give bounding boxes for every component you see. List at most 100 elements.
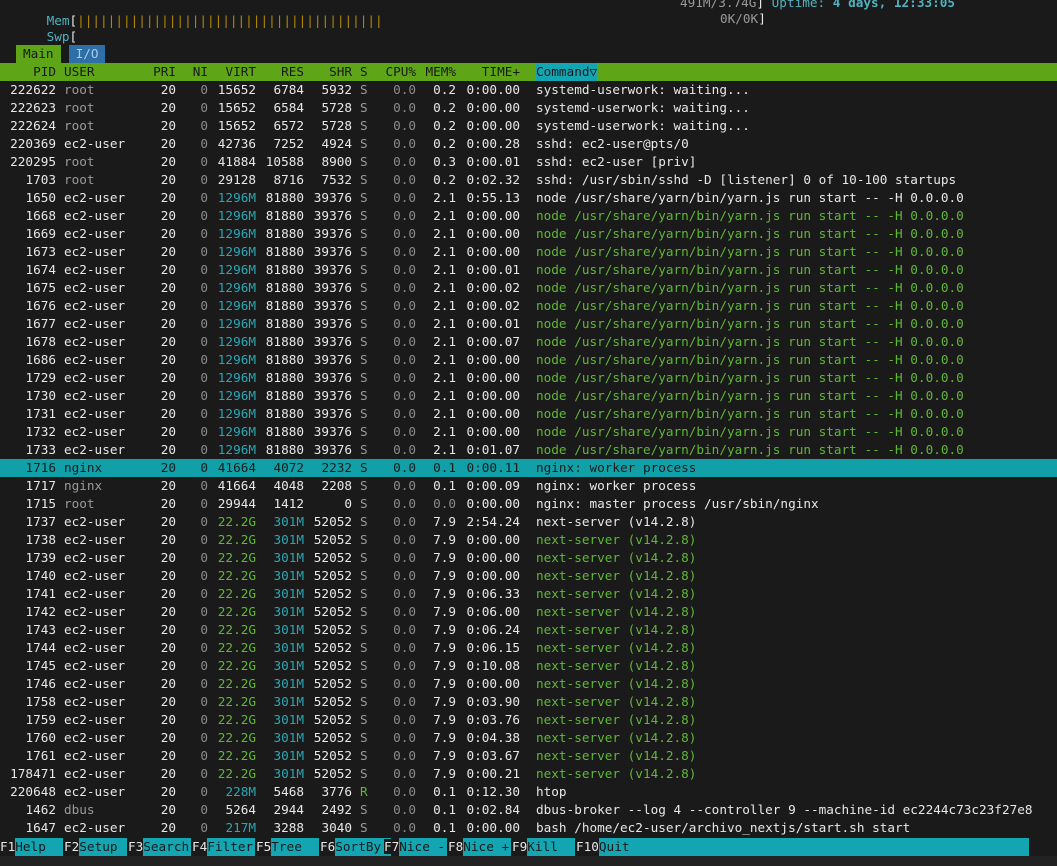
fkey-help[interactable]: F1Help [0, 838, 64, 856]
process-row[interactable]: 1462 dbus 20 0 5264 2944 2492 S 0.0 0.1 0:02.84 dbu… [0, 801, 1057, 819]
col-command[interactable]: Command▽ [536, 63, 598, 81]
process-list[interactable]: 222622 root 20 0 15652 6784 5932 S 0.0 0.2 0:00.00… [0, 81, 1057, 837]
col-user[interactable]: USER [64, 63, 95, 81]
process-row[interactable]: 1731 ec2-user 20 0 1296M 81880 39376 S 0.0 2.1 0:0… [0, 405, 1057, 423]
uptime-value: 4 days, 12:33:05 [832, 0, 956, 10]
fkey-tree[interactable]: F5Tree [256, 838, 320, 856]
column-header: PID USER PRI NI VIRT RES SHR S CPU% MEM%… [0, 63, 1057, 81]
cell-time: 0:00.00 [466, 496, 520, 511]
cell-time: 0:00.28 [466, 136, 520, 151]
fkey-kill[interactable]: F9Kill [512, 838, 576, 856]
cell-s: S [360, 748, 368, 763]
cell-pid: 1737 [25, 514, 56, 529]
cell-user: ec2-user [64, 586, 126, 601]
cell-command: next-server (v14.2.8) [536, 622, 697, 637]
cell-res: 301M [273, 550, 304, 565]
process-row[interactable]: 220369 ec2-user 20 0 42736 7252 4924 S 0.0 0.2 0:0… [0, 135, 1057, 153]
process-row[interactable]: 1738 ec2-user 20 0 22.2G 301M 52052 S 0.0 7.9 0:00… [0, 531, 1057, 549]
process-row[interactable]: 1650 ec2-user 20 0 1296M 81880 39376 S 0.0 2.1 0:5… [0, 189, 1057, 207]
fkey-nice[interactable]: F8Nice + [448, 838, 512, 856]
fkey-sortby[interactable]: F6SortBy [320, 838, 392, 856]
cell-time: 0:03.67 [466, 748, 520, 763]
process-row[interactable]: 1732 ec2-user 20 0 1296M 81880 39376 S 0.0 2.1 0:0… [0, 423, 1057, 441]
process-row[interactable]: 1676 ec2-user 20 0 1296M 81880 39376 S 0.0 2.1 0:0… [0, 297, 1057, 315]
process-row[interactable]: 222623 root 20 0 15652 6584 5728 S 0.0 0.2 0:00.00… [0, 99, 1057, 117]
col-shr[interactable]: SHR [312, 63, 352, 81]
process-row[interactable]: 1758 ec2-user 20 0 22.2G 301M 52052 S 0.0 7.9 0:03… [0, 693, 1057, 711]
cell-pri: 20 [160, 640, 176, 655]
cell-user: ec2-user [64, 226, 126, 241]
process-row[interactable]: 1746 ec2-user 20 0 22.2G 301M 52052 S 0.0 7.9 0:00… [0, 675, 1057, 693]
col-pri[interactable]: PRI [144, 63, 176, 81]
process-row[interactable]: 1730 ec2-user 20 0 1296M 81880 39376 S 0.0 2.1 0:0… [0, 387, 1057, 405]
process-row[interactable]: 1743 ec2-user 20 0 22.2G 301M 52052 S 0.0 7.9 0:06… [0, 621, 1057, 639]
function-key-bar: F1Help F2Setup F3Search F4Filter F5Tree F6Sor… [0, 838, 1057, 856]
process-row[interactable]: 1668 ec2-user 20 0 1296M 81880 39376 S 0.0 2.1 0:0… [0, 207, 1057, 225]
process-row[interactable]: 1677 ec2-user 20 0 1296M 81880 39376 S 0.0 2.1 0:0… [0, 315, 1057, 333]
process-row[interactable]: 1745 ec2-user 20 0 22.2G 301M 52052 S 0.0 7.9 0:10… [0, 657, 1057, 675]
fkey-search[interactable]: F3Search [128, 838, 192, 856]
cell-virt: 1296M [217, 280, 256, 295]
cell-ni: 0 [200, 298, 208, 313]
cell-cpu: 0.0 [393, 748, 416, 763]
cell-time: 0:00.09 [466, 478, 520, 493]
process-row[interactable]: 1742 ec2-user 20 0 22.2G 301M 52052 S 0.0 7.9 0:06… [0, 603, 1057, 621]
process-row[interactable]: 1733 ec2-user 20 0 1296M 81880 39376 S 0.0 2.1 0:0… [0, 441, 1057, 459]
process-row[interactable]: 1737 ec2-user 20 0 22.2G 301M 52052 S 0.0 7.9 2:54… [0, 513, 1057, 531]
tab-io[interactable]: I/O [68, 45, 106, 63]
cell-res: 4072 [273, 460, 304, 475]
cell-user: ec2-user [64, 694, 126, 709]
col-pid[interactable]: PID [0, 63, 56, 81]
col-cpu[interactable]: CPU% [376, 63, 416, 81]
cell-pri: 20 [160, 568, 176, 583]
process-row[interactable]: 1674 ec2-user 20 0 1296M 81880 39376 S 0.0 2.1 0:0… [0, 261, 1057, 279]
fkey-nice[interactable]: F7Nice - [384, 838, 448, 856]
cell-command: dbus-broker --log 4 --controller 9 --mac… [536, 802, 1033, 817]
fkey-quit[interactable]: F10Quit [576, 838, 1029, 856]
cell-user: ec2-user [64, 514, 126, 529]
col-time[interactable]: TIME+ [464, 63, 520, 81]
process-row[interactable]: 1717 nginx 20 0 41664 4048 2208 S 0.0 0.1 0:00.09 n… [0, 477, 1057, 495]
process-row[interactable]: 1759 ec2-user 20 0 22.2G 301M 52052 S 0.0 7.9 0:03… [0, 711, 1057, 729]
fkey-setup[interactable]: F2Setup [64, 838, 128, 856]
fkey-filter[interactable]: F4Filter [192, 838, 256, 856]
process-row[interactable]: 1740 ec2-user 20 0 22.2G 301M 52052 S 0.0 7.9 0:00… [0, 567, 1057, 585]
fkey-label: Help [15, 838, 64, 856]
process-row[interactable]: 1703 root 20 0 29128 8716 7532 S 0.0 0.2 0:02.32 ss… [0, 171, 1057, 189]
cell-pid: 1674 [25, 262, 56, 277]
col-res[interactable]: RES [264, 63, 304, 81]
process-row[interactable]: 1647 ec2-user 20 0 217M 3288 3040 S 0.0 0.1 0:00.0… [0, 819, 1057, 837]
col-virt[interactable]: VIRT [216, 63, 256, 81]
cell-command: next-server (v14.2.8) [536, 586, 697, 601]
process-row[interactable]: 1744 ec2-user 20 0 22.2G 301M 52052 S 0.0 7.9 0:06… [0, 639, 1057, 657]
col-ni[interactable]: NI [184, 63, 208, 81]
process-row[interactable]: 222624 root 20 0 15652 6572 5728 S 0.0 0.2 0:00.00… [0, 117, 1057, 135]
cell-pid: 1730 [25, 388, 56, 403]
process-row[interactable]: 1686 ec2-user 20 0 1296M 81880 39376 S 0.0 2.1 0:0… [0, 351, 1057, 369]
cell-mem: 7.9 [433, 676, 456, 691]
tab-main[interactable]: Main [16, 45, 61, 63]
cell-command: next-server (v14.2.8) [536, 640, 697, 655]
process-row[interactable]: 1761 ec2-user 20 0 22.2G 301M 52052 S 0.0 7.9 0:03… [0, 747, 1057, 765]
process-row[interactable]: 1675 ec2-user 20 0 1296M 81880 39376 S 0.0 2.1 0:0… [0, 279, 1057, 297]
cell-res: 81880 [265, 226, 304, 241]
process-row[interactable]: 178471 ec2-user 20 0 22.2G 301M 52052 S 0.0 7.9 0:… [0, 765, 1057, 783]
process-row[interactable]: 1678 ec2-user 20 0 1296M 81880 39376 S 0.0 2.1 0:0… [0, 333, 1057, 351]
mem-value: 491M/3.74G [680, 0, 757, 10]
process-row[interactable]: 220295 root 20 0 41884 10588 8900 S 0.0 0.3 0:00.0… [0, 153, 1057, 171]
process-row[interactable]: 222622 root 20 0 15652 6784 5932 S 0.0 0.2 0:00.00… [0, 81, 1057, 99]
col-mem[interactable]: MEM% [416, 63, 456, 81]
cell-res: 81880 [265, 352, 304, 367]
process-row[interactable]: 220648 ec2-user 20 0 228M 5468 3776 R 0.0 0.1 0:12… [0, 783, 1057, 801]
cell-ni: 0 [200, 136, 208, 151]
process-row[interactable]: 1716 nginx 20 0 41664 4072 2232 S 0.0 0.1 0:00.11 n… [0, 459, 1057, 477]
process-row[interactable]: 1669 ec2-user 20 0 1296M 81880 39376 S 0.0 2.1 0:0… [0, 225, 1057, 243]
process-row[interactable]: 1715 root 20 0 29944 1412 0 S 0.0 0.0 0:00.00 nginx… [0, 495, 1057, 513]
process-row[interactable]: 1739 ec2-user 20 0 22.2G 301M 52052 S 0.0 7.9 0:00… [0, 549, 1057, 567]
process-row[interactable]: 1760 ec2-user 20 0 22.2G 301M 52052 S 0.0 7.9 0:04… [0, 729, 1057, 747]
cell-virt: 1296M [217, 316, 256, 331]
process-row[interactable]: 1729 ec2-user 20 0 1296M 81880 39376 S 0.0 2.1 0:0… [0, 369, 1057, 387]
col-state[interactable]: S [360, 63, 368, 81]
process-row[interactable]: 1741 ec2-user 20 0 22.2G 301M 52052 S 0.0 7.9 0:06… [0, 585, 1057, 603]
process-row[interactable]: 1673 ec2-user 20 0 1296M 81880 39376 S 0.0 2.1 0:0… [0, 243, 1057, 261]
